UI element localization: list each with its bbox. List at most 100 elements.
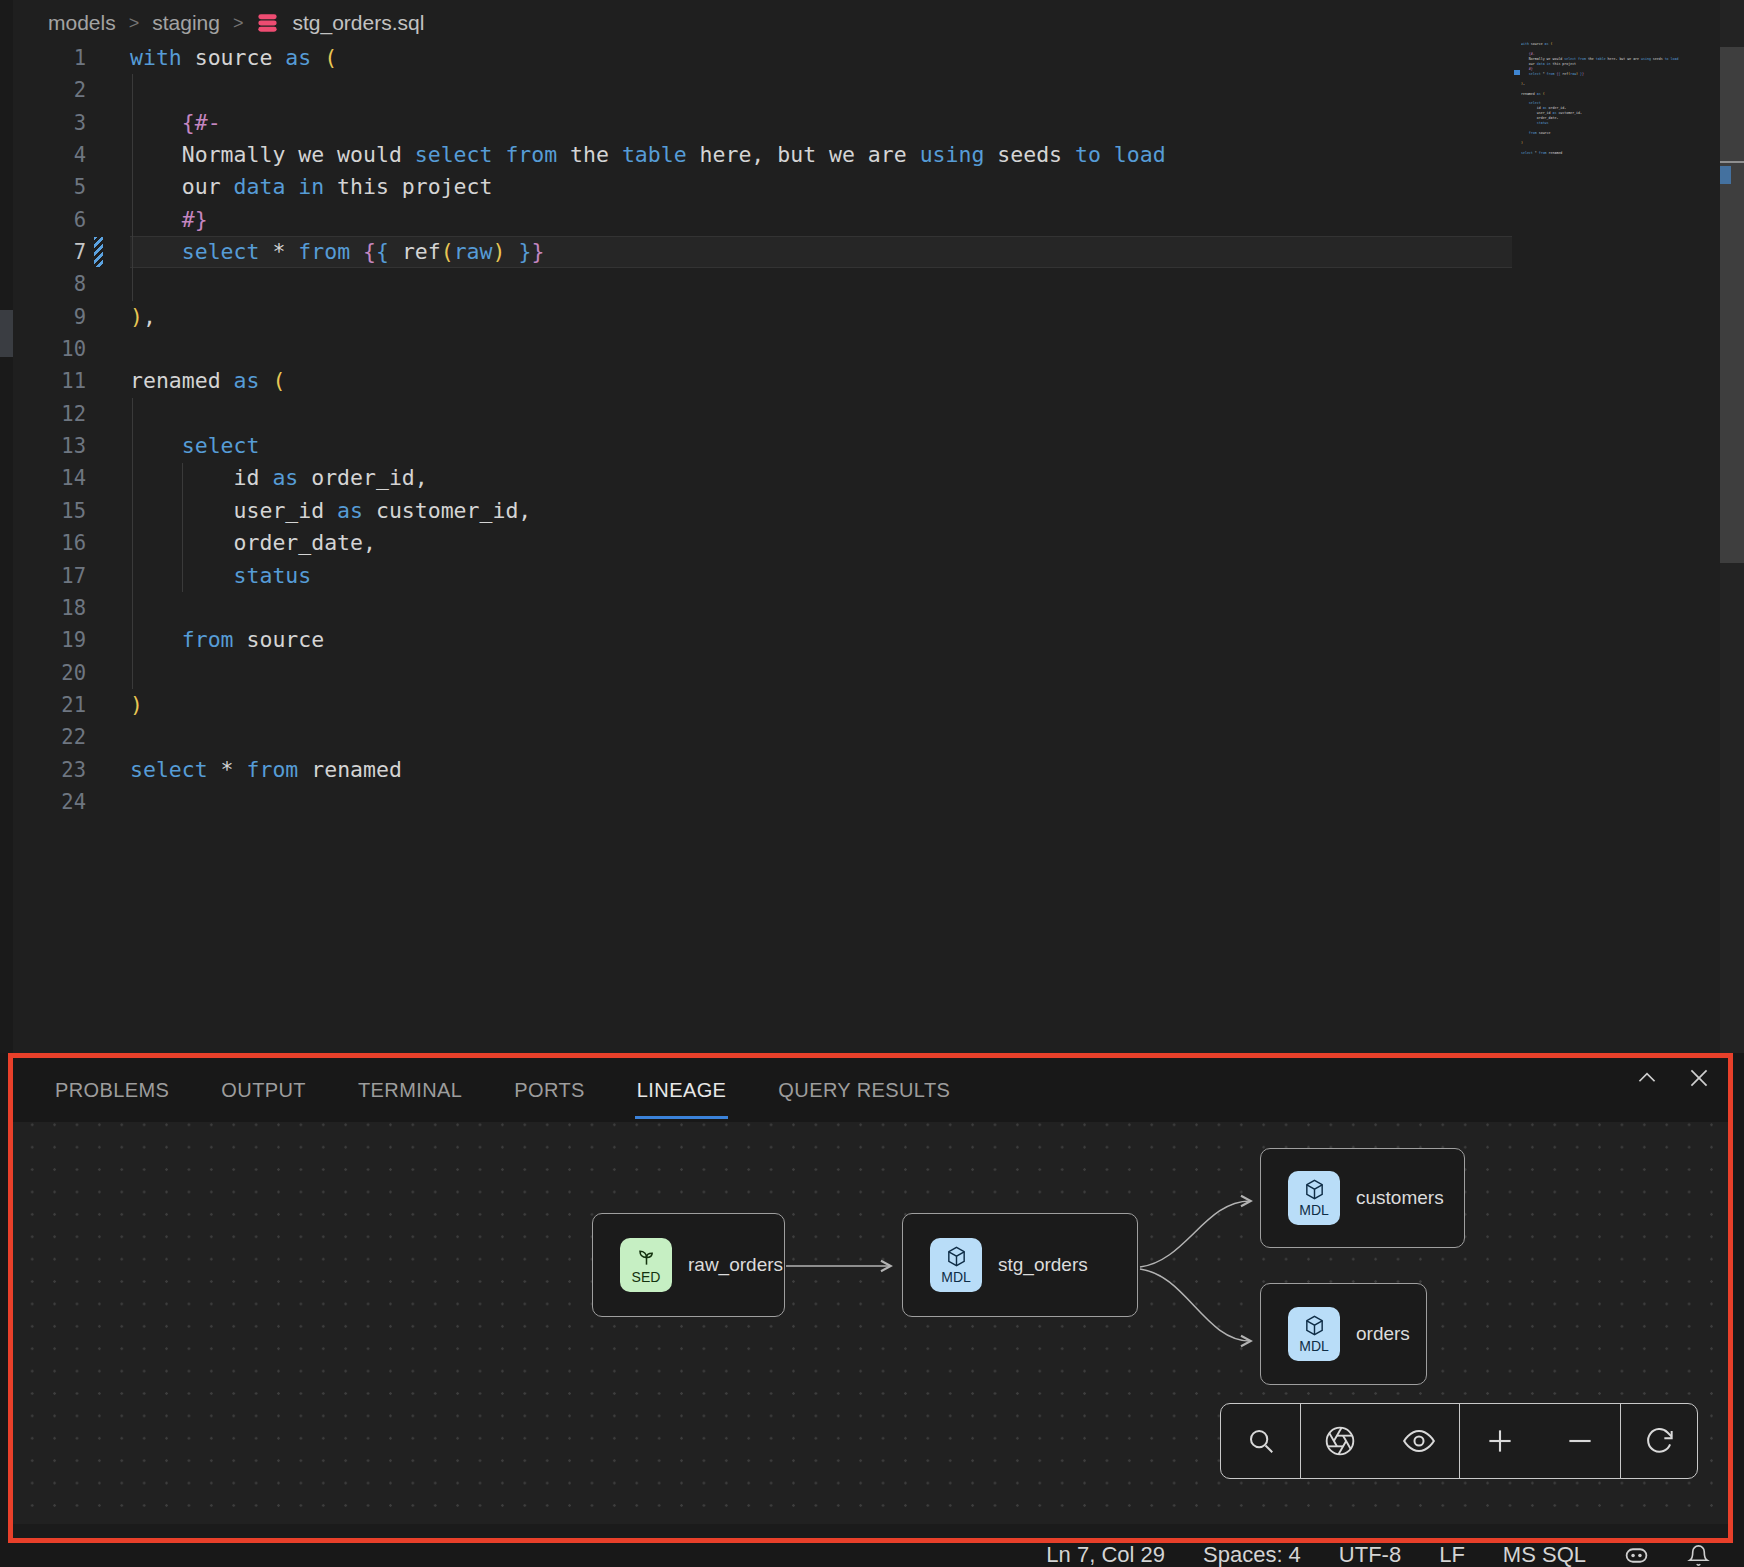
- status-item-1[interactable]: Spaces: 4: [1203, 1542, 1301, 1567]
- search-icon[interactable]: [1246, 1426, 1276, 1456]
- node-type-badge: MDL: [1299, 1202, 1329, 1218]
- line-number: 15: [0, 495, 86, 527]
- code-line[interactable]: 20: [0, 657, 1720, 689]
- node-type-badge: MDL: [1299, 1338, 1329, 1354]
- code-text: our data in this project: [130, 171, 492, 203]
- code-editor[interactable]: 1 with source as (23 {#-4 Normally we wou…: [0, 42, 1720, 818]
- panel-tab-query-results[interactable]: QUERY RESULTS: [778, 1079, 950, 1102]
- indent-guide: [182, 463, 183, 592]
- line-number: 14: [0, 462, 86, 494]
- minimap-change-marker: [1514, 70, 1520, 75]
- code-line[interactable]: 1 with source as (: [0, 42, 1720, 74]
- refresh-icon[interactable]: [1643, 1425, 1675, 1457]
- minimap[interactable]: with source as ( {#- Normally we would s…: [1521, 42, 1693, 172]
- line-number: 8: [0, 268, 86, 300]
- toolbar-section: [1221, 1404, 1300, 1478]
- status-item-3[interactable]: LF: [1439, 1542, 1465, 1567]
- panel-close-icon[interactable]: [1686, 1065, 1712, 1091]
- node-label: raw_orders: [688, 1254, 783, 1276]
- indent-guide: [132, 74, 133, 300]
- scrollbar-thumb[interactable]: [1720, 47, 1744, 563]
- code-line[interactable]: 12: [0, 398, 1720, 430]
- code-line[interactable]: 19 from source: [0, 624, 1720, 656]
- code-text: #}: [130, 204, 208, 236]
- lineage-node-customers[interactable]: MDLcustomers: [1260, 1148, 1465, 1248]
- line-number: 4: [0, 139, 86, 171]
- code-line[interactable]: 10: [0, 333, 1720, 365]
- code-text: {#-: [130, 107, 221, 139]
- panel-tab-lineage[interactable]: LINEAGE: [637, 1079, 727, 1102]
- zoom-out-icon[interactable]: [1563, 1424, 1597, 1458]
- panel-tab-problems[interactable]: PROBLEMS: [55, 1079, 169, 1102]
- code-line[interactable]: 5 our data in this project: [0, 171, 1720, 203]
- lineage-node-stg_orders[interactable]: MDLstg_orders: [902, 1213, 1138, 1317]
- breadcrumb-filename[interactable]: stg_orders.sql: [292, 11, 424, 35]
- lineage-node-orders[interactable]: MDLorders: [1260, 1283, 1427, 1385]
- code-line[interactable]: 11 renamed as (: [0, 365, 1720, 397]
- indent-guide: [132, 398, 133, 689]
- database-icon: [256, 12, 279, 34]
- zoom-in-icon[interactable]: [1483, 1424, 1517, 1458]
- code-text: ),: [130, 301, 156, 333]
- code-line[interactable]: 21): [0, 689, 1720, 721]
- code-line[interactable]: 24: [0, 786, 1720, 818]
- line-number: 12: [0, 398, 86, 430]
- code-text: renamed as (: [130, 365, 285, 397]
- panel-maximize-icon[interactable]: [1634, 1065, 1660, 1091]
- panel-tab-output[interactable]: OUTPUT: [221, 1079, 306, 1102]
- code-text: id as order_id,: [130, 462, 428, 494]
- lineage-toolbar: [1220, 1403, 1698, 1479]
- code-text: user_id as customer_id,: [130, 495, 531, 527]
- code-line[interactable]: 6 #}: [0, 204, 1720, 236]
- line-number: 3: [0, 107, 86, 139]
- overview-ruler-change-marker: [1720, 166, 1731, 184]
- code-line[interactable]: 22: [0, 721, 1720, 753]
- status-item-2[interactable]: UTF-8: [1339, 1542, 1401, 1567]
- code-line[interactable]: 3 {#-: [0, 107, 1720, 139]
- editor-scrollbar[interactable]: [1720, 0, 1744, 1053]
- code-line[interactable]: 4 Normally we would select from the tabl…: [0, 139, 1720, 171]
- panel-tab-ports[interactable]: PORTS: [514, 1079, 585, 1102]
- code-line[interactable]: 23select * from renamed: [0, 754, 1720, 786]
- lineage-canvas-edge: [13, 1524, 1728, 1538]
- panel-tab-terminal[interactable]: TERMINAL: [358, 1079, 462, 1102]
- line-number: 24: [0, 786, 86, 818]
- copilot-icon[interactable]: [1624, 1543, 1649, 1567]
- code-line[interactable]: 2: [0, 74, 1720, 106]
- breadcrumb-segment[interactable]: models: [48, 11, 116, 35]
- code-line[interactable]: 16 order_date,: [0, 527, 1720, 559]
- code-line[interactable]: 18: [0, 592, 1720, 624]
- model-icon: MDL: [1288, 1307, 1340, 1361]
- code-line[interactable]: 13 select: [0, 430, 1720, 462]
- status-item-4[interactable]: MS SQL: [1503, 1542, 1586, 1567]
- line-number: 21: [0, 689, 86, 721]
- code-line[interactable]: 15 user_id as customer_id,: [0, 495, 1720, 527]
- code-line[interactable]: 9),: [0, 301, 1720, 333]
- line-number: 16: [0, 527, 86, 559]
- line-number: 19: [0, 624, 86, 656]
- line-number: 1: [0, 42, 86, 74]
- code-text: with source as (: [130, 42, 337, 74]
- status-item-0[interactable]: Ln 7, Col 29: [1046, 1542, 1165, 1567]
- panel-tab-bar: PROBLEMS OUTPUT TERMINAL PORTS LINEAGE QUERY …: [55, 1058, 950, 1122]
- line-number: 9: [0, 301, 86, 333]
- code-text: select * from {{ ref(raw) }}: [130, 236, 544, 268]
- eye-icon[interactable]: [1402, 1424, 1436, 1458]
- line-number: 11: [0, 365, 86, 397]
- breadcrumb-segment[interactable]: staging: [152, 11, 220, 35]
- bell-icon[interactable]: [1687, 1544, 1710, 1567]
- code-line[interactable]: 14 id as order_id,: [0, 462, 1720, 494]
- aperture-icon[interactable]: [1324, 1425, 1356, 1457]
- model-icon: MDL: [930, 1238, 982, 1292]
- code-line[interactable]: 8: [0, 268, 1720, 300]
- breadcrumb[interactable]: models>staging>stg_orders.sql: [48, 8, 424, 38]
- code-text: ): [130, 689, 143, 721]
- lineage-node-raw_orders[interactable]: SED raw_orders: [592, 1213, 785, 1317]
- breadcrumb-separator-icon: >: [233, 13, 244, 34]
- node-type-badge: SED: [632, 1269, 661, 1285]
- code-text: from source: [130, 624, 324, 656]
- toolbar-section: [1620, 1404, 1696, 1478]
- code-line[interactable]: 17 status: [0, 560, 1720, 592]
- code-line[interactable]: 7 select * from {{ ref(raw) }}: [0, 236, 1720, 268]
- line-number: 10: [0, 333, 86, 365]
